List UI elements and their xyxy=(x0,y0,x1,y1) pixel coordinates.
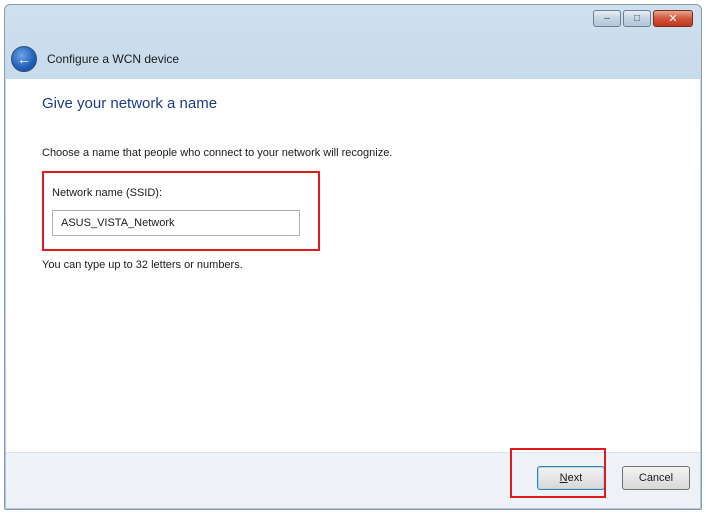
back-arrow-icon: ← xyxy=(17,51,31,67)
ssid-input[interactable] xyxy=(52,210,300,236)
ssid-label: Network name (SSID): xyxy=(52,187,163,199)
wizard-content: Give your network a name Choose a name t… xyxy=(6,79,700,453)
wizard-window: – □ ✕ ← Configure a WCN device Give your… xyxy=(4,4,702,510)
minimize-button[interactable]: – xyxy=(593,10,621,27)
close-icon: ✕ xyxy=(668,13,678,25)
next-highlight-box xyxy=(510,448,606,498)
instructions-text: Choose a name that people who connect to… xyxy=(42,147,393,159)
ssid-hint: You can type up to 32 letters or numbers… xyxy=(42,259,243,271)
maximize-icon: □ xyxy=(633,13,641,24)
page-heading: Give your network a name xyxy=(42,95,218,112)
close-button[interactable]: ✕ xyxy=(653,10,693,27)
wizard-nav-bar: ← Configure a WCN device xyxy=(5,39,701,79)
minimize-icon: – xyxy=(604,13,610,24)
back-button[interactable]: ← xyxy=(11,46,37,72)
maximize-button[interactable]: □ xyxy=(623,10,651,27)
cancel-button[interactable]: Cancel xyxy=(622,466,690,490)
caption-buttons: – □ ✕ xyxy=(593,10,693,27)
title-bar[interactable]: – □ ✕ xyxy=(5,5,701,39)
wizard-title: Configure a WCN device xyxy=(47,52,180,66)
